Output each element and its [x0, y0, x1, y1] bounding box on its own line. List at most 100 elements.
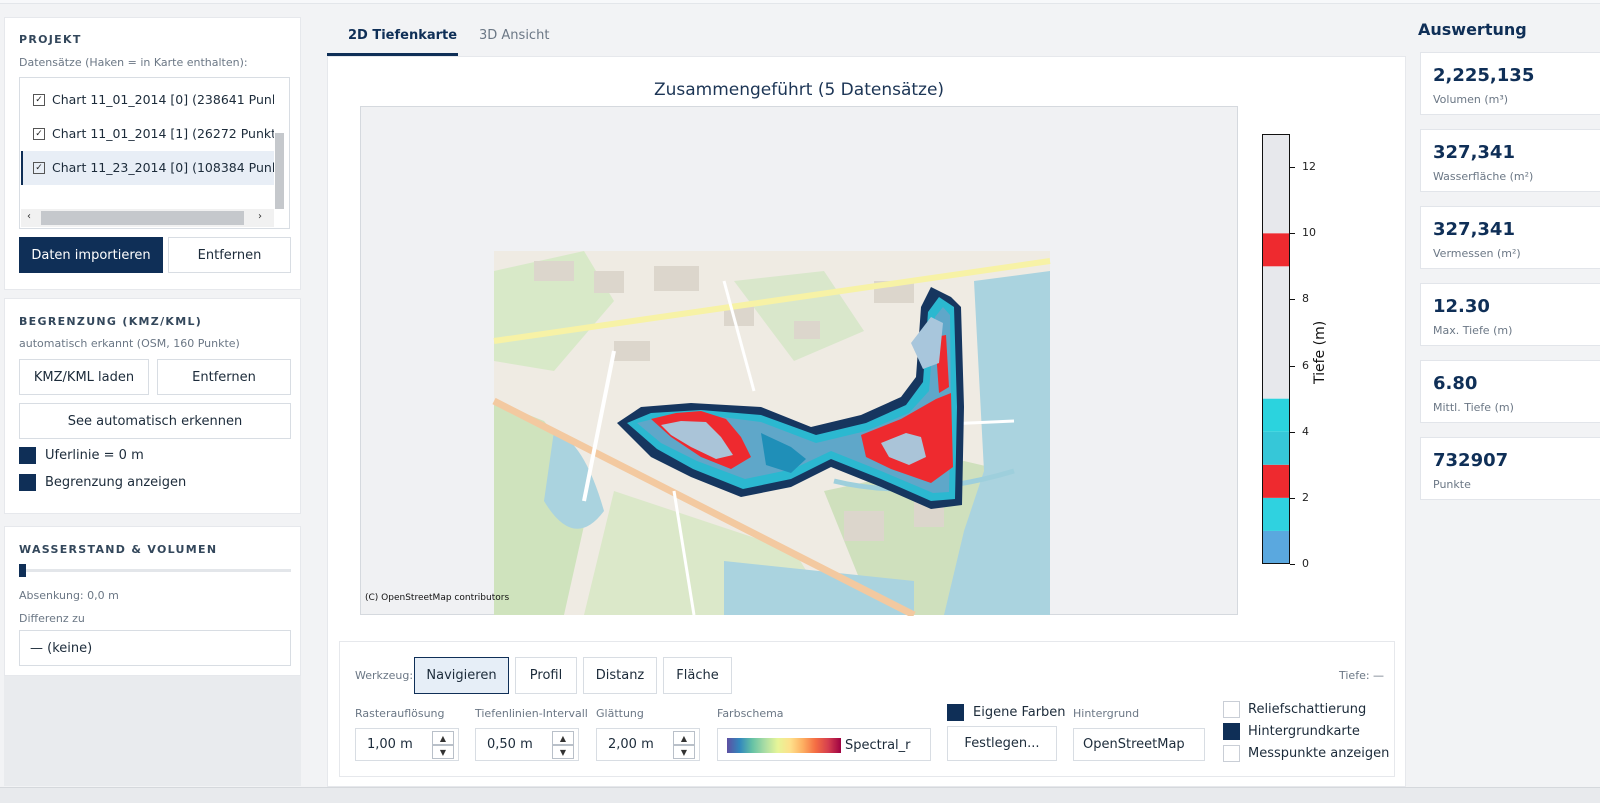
scroll-left-icon[interactable]: ‹ — [27, 211, 31, 222]
map-canvas[interactable]: (C) OpenStreetMap contributors — [360, 106, 1238, 616]
load-kmz-button[interactable]: KMZ/KML laden — [19, 359, 149, 395]
tool-navigate-button[interactable]: Navigieren — [414, 657, 509, 694]
boundary-title: BEGRENZUNG (KMZ/KML) — [19, 315, 203, 328]
dataset-checkbox[interactable]: ✓ — [33, 162, 45, 174]
basemap-checkbox[interactable] — [1223, 723, 1240, 740]
toolbar-panel: Werkzeug: Navigieren Profil Distanz Fläc… — [339, 641, 1395, 777]
tool-area-button[interactable]: Fläche — [663, 657, 732, 694]
stat-card-max-depth: 12.30 Max. Tiefe (m) — [1420, 283, 1600, 346]
contour-label: Tiefenlinien-Intervall — [475, 707, 588, 720]
raster-stepper[interactable]: 1,00 m ▲ ▼ — [355, 728, 459, 761]
contour-up-icon[interactable]: ▲ — [552, 731, 574, 745]
smoothing-down-icon[interactable]: ▼ — [673, 745, 695, 759]
stat-label: Wasserfläche (m²) — [1433, 170, 1534, 183]
colorbar-band — [1263, 134, 1289, 234]
lowering-value: Absenkung: 0,0 m — [19, 589, 119, 602]
stat-label: Volumen (m³) — [1433, 93, 1509, 106]
horizontal-scrollbar[interactable]: ‹ › — [21, 209, 274, 227]
water-level-title: WASSERSTAND & VOLUMEN — [19, 543, 218, 556]
colormap-select[interactable]: Spectral_r — [717, 728, 931, 761]
colorbar — [1262, 134, 1290, 564]
boundary-panel: BEGRENZUNG (KMZ/KML) automatisch erkannt… — [4, 298, 301, 514]
dataset-checkbox[interactable]: ✓ — [33, 128, 45, 140]
tab-2d-map[interactable]: 2D Tiefenkarte — [327, 19, 458, 56]
raster-down-icon[interactable]: ▼ — [432, 745, 454, 759]
lowering-slider-track[interactable] — [19, 569, 291, 572]
dataset-item[interactable]: ✓ Chart 11_01_2014 [1] (26272 Punkte) — [21, 117, 274, 151]
remove-dataset-button[interactable]: Entfernen — [168, 237, 291, 273]
difference-select[interactable]: — (keine) — [19, 630, 291, 666]
colorbar-tick-label: 8 — [1302, 292, 1309, 306]
horizontal-scrollbar-thumb[interactable] — [41, 211, 244, 225]
shoreline-label: Uferlinie = 0 m — [45, 448, 144, 463]
background-select[interactable]: OpenStreetMap — [1073, 728, 1205, 761]
colorbar-band — [1263, 233, 1289, 267]
contour-down-icon[interactable]: ▼ — [552, 745, 574, 759]
boundary-status: automatisch erkannt (OSM, 160 Punkte) — [19, 337, 240, 350]
basemap-label: Hintergrundkarte — [1248, 724, 1360, 739]
spectral-gradient-swatch — [727, 738, 841, 753]
show-boundary-checkbox[interactable] — [19, 474, 36, 491]
colorbar-tick-label: 12 — [1302, 160, 1316, 174]
colorbar-tick-label: 0 — [1302, 557, 1309, 570]
show-points-checkbox[interactable] — [1223, 745, 1240, 762]
project-title: PROJEKT — [19, 33, 82, 46]
depth-readout: Tiefe: — — [1339, 669, 1385, 682]
dataset-list[interactable]: ✓ Chart 11_01_2014 [0] (238641 Punkte ✓ … — [19, 77, 290, 229]
stat-card-points: 732907 Punkte — [1420, 437, 1600, 500]
dataset-item-selected[interactable]: ✓ Chart 11_23_2014 [0] (108384 Punkte — [21, 151, 274, 185]
colorbar-tick-label: 2 — [1302, 490, 1309, 504]
set-colors-button[interactable]: Festlegen... — [947, 726, 1057, 761]
colorbar-tick-label: 10 — [1302, 226, 1316, 240]
tool-label: Werkzeug: — [355, 669, 414, 682]
raster-label: Rasterauflösung — [355, 707, 445, 720]
contour-stepper[interactable]: 0,50 m ▲ ▼ — [475, 728, 579, 761]
colorbar-band — [1263, 530, 1289, 564]
smoothing-stepper[interactable]: 2,00 m ▲ ▼ — [596, 728, 700, 761]
dataset-checkbox[interactable]: ✓ — [33, 94, 45, 106]
datasets-hint: Datensätze (Haken = in Karte enthalten): — [19, 56, 248, 69]
colorbar-band — [1263, 464, 1289, 498]
lowering-slider-handle[interactable] — [19, 564, 26, 577]
dataset-item[interactable]: ✓ Chart 11_01_2014 [0] (238641 Punkte — [21, 83, 274, 117]
colorbar-tick-mark — [1290, 233, 1295, 235]
stat-label: Mittl. Tiefe (m) — [1433, 401, 1514, 414]
stat-card-water-area: 327,341 Wasserfläche (m²) — [1420, 129, 1600, 192]
smoothing-value: 2,00 m — [608, 737, 654, 752]
shoreline-checkbox[interactable] — [19, 447, 36, 464]
stat-value: 12.30 — [1433, 296, 1490, 317]
own-colors-checkbox[interactable] — [947, 704, 964, 721]
tool-distance-button[interactable]: Distanz — [583, 657, 657, 694]
colorbar-band — [1263, 431, 1289, 465]
map-svg — [492, 251, 1051, 616]
remove-boundary-button[interactable]: Entfernen — [157, 359, 291, 395]
colorbar-tick-mark — [1290, 167, 1295, 169]
stat-value: 327,341 — [1433, 142, 1515, 163]
scroll-right-icon[interactable]: › — [258, 211, 262, 222]
sidebar-filler — [4, 676, 301, 786]
project-panel: PROJEKT Datensätze (Haken = in Karte ent… — [4, 17, 301, 290]
difference-label: Differenz zu — [19, 612, 85, 625]
stat-label: Punkte — [1433, 478, 1471, 491]
stat-value: 732907 — [1433, 450, 1509, 471]
contour-value: 0,50 m — [487, 737, 533, 752]
window-top-edge — [0, 0, 1600, 4]
bottom-edge — [0, 787, 1600, 803]
smoothing-label: Glättung — [596, 707, 644, 720]
smoothing-up-icon[interactable]: ▲ — [673, 731, 695, 745]
import-data-button[interactable]: Daten importieren — [19, 237, 163, 273]
colorbar-tick-label: 6 — [1302, 358, 1309, 372]
stat-card-mean-depth: 6.80 Mittl. Tiefe (m) — [1420, 360, 1600, 423]
vertical-scrollbar-thumb[interactable] — [275, 133, 284, 209]
background-label: Hintergrund — [1073, 707, 1140, 720]
auto-detect-lake-button[interactable]: See automatisch erkennen — [19, 403, 291, 439]
colorbar-tick-mark — [1290, 299, 1295, 301]
tab-3d-view[interactable]: 3D Ansicht — [460, 19, 564, 56]
tool-profile-button[interactable]: Profil — [515, 657, 577, 694]
stat-value: 6.80 — [1433, 373, 1478, 394]
raster-up-icon[interactable]: ▲ — [432, 731, 454, 745]
hillshade-checkbox[interactable] — [1223, 701, 1240, 718]
colorbar-label: Tiefe (m) — [1312, 320, 1328, 384]
tab-3d-label: 3D Ansicht — [479, 28, 550, 43]
dataset-label: Chart 11_01_2014 [1] (26272 Punkte) — [52, 126, 274, 141]
